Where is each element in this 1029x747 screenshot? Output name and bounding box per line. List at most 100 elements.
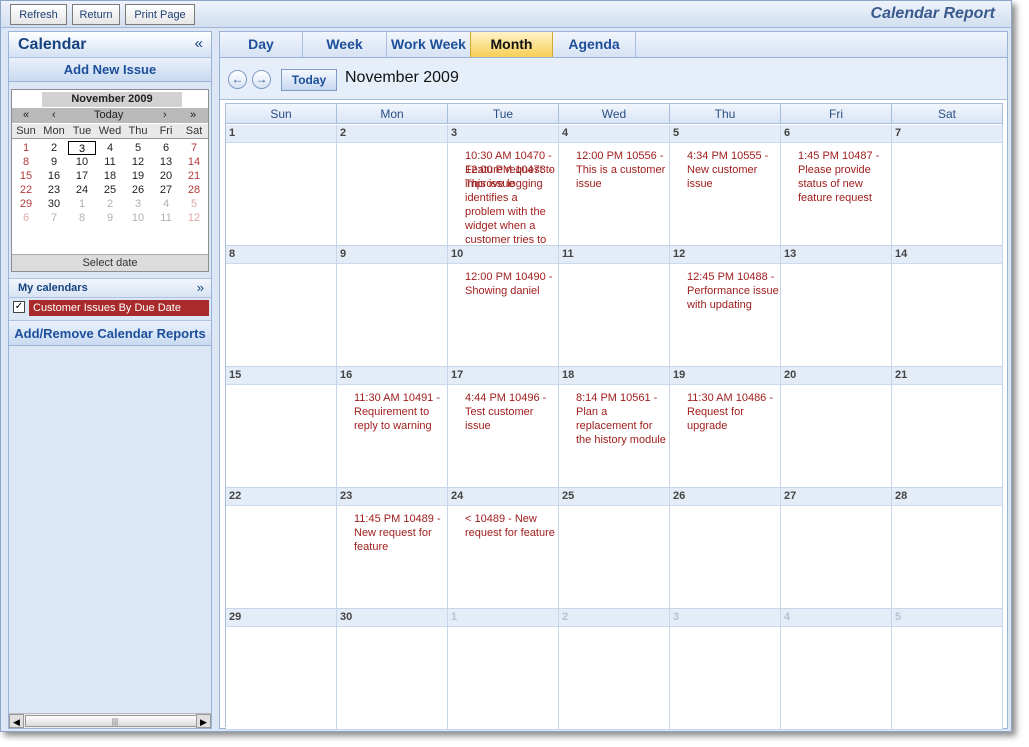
day-number[interactable]: 2: [559, 609, 669, 627]
day-number[interactable]: 5: [670, 125, 780, 143]
day-cell[interactable]: 17 4:44 PM 10496 - Test customer issue: [448, 367, 559, 488]
day-cell[interactable]: 15: [226, 367, 337, 488]
day-cell[interactable]: 1: [226, 125, 337, 246]
refresh-button[interactable]: Refresh: [10, 4, 67, 25]
day-number[interactable]: 15: [226, 367, 336, 385]
day-cell[interactable]: 9: [337, 246, 448, 367]
mini-day[interactable]: 2: [40, 141, 68, 155]
calendar-event[interactable]: 4:34 PM 10555 - New customer issue: [687, 149, 779, 191]
day-number[interactable]: 17: [448, 367, 558, 385]
tab-agenda[interactable]: Agenda: [553, 32, 636, 57]
print-page-button[interactable]: Print Page: [125, 4, 195, 25]
mini-day[interactable]: 5: [124, 141, 152, 155]
prev-month-icon[interactable]: ‹: [52, 109, 56, 121]
tab-week[interactable]: Week: [303, 32, 387, 57]
mini-day[interactable]: 15: [12, 169, 40, 183]
mini-day[interactable]: 16: [40, 169, 68, 183]
calendar-item[interactable]: ✓ Customer Issues By Due Date: [13, 300, 209, 316]
day-cell[interactable]: 2: [337, 125, 448, 246]
mini-day[interactable]: 3: [68, 141, 96, 155]
day-number[interactable]: 5: [892, 609, 1002, 627]
day-number[interactable]: 19: [670, 367, 780, 385]
calendar-event[interactable]: 11:30 AM 10486 - Request for upgrade: [687, 391, 779, 433]
scroll-left-icon[interactable]: ◀: [9, 714, 24, 728]
day-number[interactable]: 24: [448, 488, 558, 506]
mini-day[interactable]: 21: [180, 169, 208, 183]
mini-day[interactable]: 13: [152, 155, 180, 169]
tab-month[interactable]: Month: [470, 32, 553, 57]
mini-day[interactable]: 9: [96, 211, 124, 225]
calendar-event[interactable]: 8:14 PM 10561 - Plan a replacement for t…: [576, 391, 668, 447]
mini-day[interactable]: 8: [68, 211, 96, 225]
mini-day[interactable]: 30: [40, 197, 68, 211]
calendar-event[interactable]: 1:45 PM 10487 - Please provide status of…: [798, 149, 890, 205]
day-cell[interactable]: 5 4:34 PM 10555 - New customer issue: [670, 125, 781, 246]
calendar-event[interactable]: 12:00 PM 10556 - This is a customer issu…: [576, 149, 668, 191]
day-cell[interactable]: 6 1:45 PM 10487 - Please provide status o…: [781, 125, 892, 246]
calendar-event[interactable]: 12:00 PM 10473 - This issue identifies a…: [465, 163, 557, 245]
mini-day[interactable]: 22: [12, 183, 40, 197]
day-number[interactable]: 23: [337, 488, 447, 506]
mini-day[interactable]: 18: [96, 169, 124, 183]
add-remove-calendar-reports-button[interactable]: Add/Remove Calendar Reports: [9, 320, 211, 346]
day-cell[interactable]: 13: [781, 246, 892, 367]
day-cell[interactable]: 29: [226, 609, 337, 730]
mini-day[interactable]: 29: [12, 197, 40, 211]
day-cell[interactable]: 24 < 10489 - New request for feature: [448, 488, 559, 609]
mini-day[interactable]: 4: [152, 197, 180, 211]
day-number[interactable]: 1: [226, 125, 336, 143]
day-number[interactable]: 8: [226, 246, 336, 264]
mini-day[interactable]: 6: [12, 211, 40, 225]
mini-day[interactable]: 10: [124, 211, 152, 225]
day-cell[interactable]: 3: [670, 609, 781, 730]
day-number[interactable]: 16: [337, 367, 447, 385]
day-number[interactable]: 20: [781, 367, 891, 385]
arrow-left-icon[interactable]: ←: [228, 70, 247, 89]
mini-day[interactable]: 2: [96, 197, 124, 211]
mini-day[interactable]: 25: [96, 183, 124, 197]
day-cell[interactable]: 3 10:30 AM 10470 - Feature request to imp…: [448, 125, 559, 246]
mini-day[interactable]: 28: [180, 183, 208, 197]
scrollbar-thumb[interactable]: |||: [25, 715, 205, 727]
day-cell[interactable]: 2: [559, 609, 670, 730]
day-number[interactable]: 28: [892, 488, 1002, 506]
day-number[interactable]: 6: [781, 125, 891, 143]
day-number[interactable]: 3: [448, 125, 558, 143]
mini-day[interactable]: 6: [152, 141, 180, 155]
day-cell[interactable]: 11: [559, 246, 670, 367]
day-number[interactable]: 2: [337, 125, 447, 143]
mini-day[interactable]: 26: [124, 183, 152, 197]
day-cell[interactable]: 30: [337, 609, 448, 730]
calendar-event[interactable]: 11:30 AM 10491 - Requirement to reply to…: [354, 391, 446, 433]
calendar-event[interactable]: 12:45 PM 10488 - Performance issue with …: [687, 270, 779, 312]
day-cell[interactable]: 18 8:14 PM 10561 - Plan a replacement for…: [559, 367, 670, 488]
mini-day[interactable]: 3: [124, 197, 152, 211]
day-number[interactable]: 21: [892, 367, 1002, 385]
mini-day[interactable]: 9: [40, 155, 68, 169]
calendar-event[interactable]: < 10489 - New request for feature: [465, 512, 557, 540]
arrow-right-icon[interactable]: →: [252, 70, 271, 89]
calendar-item-name[interactable]: Customer Issues By Due Date: [29, 300, 209, 316]
day-cell[interactable]: 25: [559, 488, 670, 609]
mini-day[interactable]: 24: [68, 183, 96, 197]
day-cell[interactable]: 23 11:45 PM 10489 - New request for featu…: [337, 488, 448, 609]
day-number[interactable]: 9: [337, 246, 447, 264]
day-number[interactable]: 26: [670, 488, 780, 506]
mini-day[interactable]: 8: [12, 155, 40, 169]
day-cell[interactable]: 26: [670, 488, 781, 609]
calendar-event[interactable]: 4:44 PM 10496 - Test customer issue: [465, 391, 557, 433]
tab-day[interactable]: Day: [220, 32, 303, 57]
mini-day[interactable]: 19: [124, 169, 152, 183]
day-cell[interactable]: 14: [892, 246, 1003, 367]
day-number[interactable]: 4: [781, 609, 891, 627]
day-number[interactable]: 13: [781, 246, 891, 264]
mini-day[interactable]: 12: [124, 155, 152, 169]
day-number[interactable]: 11: [559, 246, 669, 264]
double-chevron-up-icon[interactable]: »: [197, 280, 204, 295]
day-cell[interactable]: 4 12:00 PM 10556 - This is a customer iss…: [559, 125, 670, 246]
day-number[interactable]: 25: [559, 488, 669, 506]
day-number[interactable]: 29: [226, 609, 336, 627]
mini-day[interactable]: 1: [12, 141, 40, 155]
mini-day[interactable]: 23: [40, 183, 68, 197]
day-number[interactable]: 30: [337, 609, 447, 627]
